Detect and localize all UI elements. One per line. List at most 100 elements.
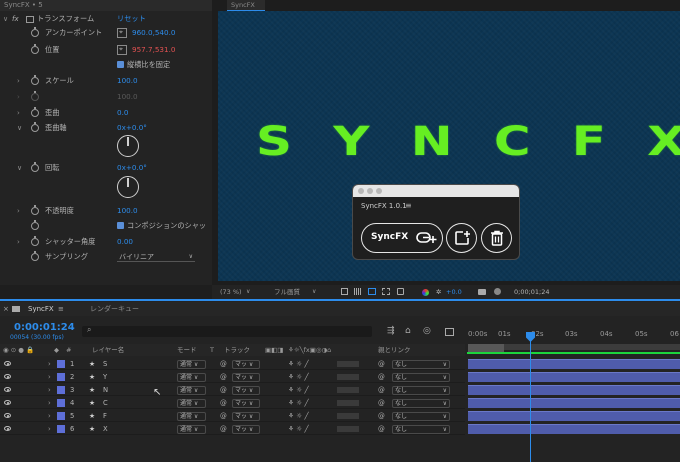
switch-boxes[interactable] [337, 374, 359, 380]
layer-switches[interactable]: ⚘ ☼ ╱ [288, 371, 309, 383]
chevron-right-icon[interactable]: › [48, 371, 51, 383]
chevron-right-icon[interactable]: › [17, 106, 20, 120]
matte-icon[interactable]: @ [220, 384, 227, 396]
parent-link-header[interactable]: 親とリンク [378, 344, 411, 356]
composition-tab[interactable]: SyncFX [227, 0, 265, 11]
tab-syncfx[interactable]: SyncFX [28, 302, 54, 316]
switch-boxes[interactable] [337, 426, 359, 432]
zoom-dropdown[interactable]: (73 %) [220, 285, 242, 299]
stopwatch-icon[interactable] [31, 162, 39, 172]
reset-link[interactable]: リセット [117, 12, 146, 26]
viewer-timecode[interactable]: 0;00;01;24 [514, 285, 550, 299]
skew-axis-value[interactable]: 0x+0.0° [117, 121, 147, 135]
stopwatch-icon[interactable] [31, 251, 39, 261]
eye-icon[interactable] [4, 400, 11, 405]
crosshair-icon[interactable] [117, 25, 127, 39]
label-color-swatch[interactable] [57, 386, 65, 394]
layer-name-header[interactable]: レイヤー名 [92, 344, 124, 356]
graph-editor-icon[interactable] [445, 328, 454, 336]
layer-switches[interactable]: ⚘ ☼ ╱ [288, 397, 309, 409]
track-matte-dropdown[interactable]: マッ ∨ [232, 424, 260, 434]
pickwhip-icon[interactable]: @ [378, 410, 385, 422]
show-snapshot-icon[interactable] [494, 288, 501, 295]
motion-blur-icon[interactable]: ◎ [423, 326, 431, 336]
layer-switches[interactable]: ⚘ ☼ ╱ [288, 410, 309, 422]
mode-header[interactable]: モード [177, 344, 197, 356]
pickwhip-icon[interactable]: @ [378, 384, 385, 396]
label-color-swatch[interactable] [57, 412, 65, 420]
anchor-point-value[interactable]: 960.0,540.0 [132, 26, 175, 40]
resolution-dropdown[interactable]: フル画質 [274, 285, 300, 299]
layer-name[interactable]: N [103, 384, 108, 396]
stopwatch-icon[interactable] [31, 107, 39, 117]
switch-boxes[interactable] [337, 400, 359, 406]
layer-row[interactable]: › 3 ★ N 通常 ∨ @ マッ ∨ ⚘ ☼ ╱ @ なし ∨ [0, 384, 465, 396]
close-icon[interactable]: × [3, 302, 9, 316]
stopwatch-icon[interactable] [31, 122, 39, 132]
menu-icon[interactable]: ≡ [405, 201, 412, 210]
close-icon[interactable] [358, 188, 364, 194]
stopwatch-icon[interactable] [31, 75, 39, 85]
parent-dropdown[interactable]: なし ∨ [392, 359, 450, 369]
matte-icon[interactable]: @ [220, 423, 227, 435]
layer-switches[interactable]: ⚘ ☼ ╱ [288, 423, 309, 435]
stopwatch-icon[interactable] [31, 27, 39, 37]
maximize-icon[interactable] [376, 188, 382, 194]
layer-duration-bar[interactable] [468, 372, 680, 382]
switch-boxes[interactable] [337, 413, 359, 419]
eye-icon[interactable] [4, 361, 11, 366]
current-time[interactable]: 0:00:01:24 [14, 322, 75, 333]
stopwatch-icon[interactable] [31, 44, 39, 54]
opacity-value[interactable]: 100.0 [117, 204, 138, 218]
chevron-right-icon[interactable]: › [48, 423, 51, 435]
scale-value[interactable]: 100.0 [117, 74, 138, 88]
channel-icon[interactable] [397, 288, 404, 295]
pickwhip-icon[interactable]: @ [378, 371, 385, 383]
layer-row[interactable]: › 5 ★ F 通常 ∨ @ マッ ∨ ⚘ ☼ ╱ @ なし ∨ [0, 410, 465, 422]
eye-icon[interactable] [4, 413, 11, 418]
blend-mode-dropdown[interactable]: 通常 ∨ [177, 359, 206, 369]
chevron-right-icon[interactable]: › [48, 384, 51, 396]
blend-mode-dropdown[interactable]: 通常 ∨ [177, 385, 206, 395]
layer-row[interactable]: › 6 ★ X 通常 ∨ @ マッ ∨ ⚘ ☼ ╱ @ なし ∨ [0, 423, 465, 435]
chevron-right-icon[interactable]: › [48, 358, 51, 370]
layer-name[interactable]: C [103, 397, 108, 409]
delete-button[interactable] [481, 223, 512, 253]
comp-shutter-checkbox[interactable] [117, 222, 124, 229]
label-color-swatch[interactable] [57, 360, 65, 368]
track-matte-dropdown[interactable]: マッ ∨ [232, 372, 260, 382]
syncfx-button[interactable]: SyncFX [361, 223, 443, 253]
matte-icon[interactable]: @ [220, 397, 227, 409]
plugin-titlebar[interactable] [353, 185, 519, 197]
shy-layers-icon[interactable]: ⌂ [405, 326, 411, 336]
switch-boxes[interactable] [337, 387, 359, 393]
minimize-icon[interactable] [367, 188, 373, 194]
parent-dropdown[interactable]: なし ∨ [392, 398, 450, 408]
layer-name[interactable]: F [103, 410, 107, 422]
effect-controls-tab[interactable]: SyncFX • 5 [0, 0, 212, 11]
pickwhip-icon[interactable]: @ [378, 358, 385, 370]
menu-icon[interactable]: ≡ [58, 302, 64, 316]
grid-guides-icon[interactable] [382, 288, 390, 295]
chevron-down-icon[interactable]: ∨ [3, 12, 8, 26]
mask-visibility-icon[interactable] [368, 288, 376, 295]
chevron-down-icon[interactable]: ∨ [246, 285, 250, 299]
chevron-right-icon[interactable]: › [17, 74, 20, 88]
transform-section-row[interactable]: ∨ fx トランスフォーム リセット [0, 12, 212, 26]
chevron-down-icon[interactable]: ∨ [17, 121, 22, 135]
color-management-icon[interactable] [422, 289, 429, 296]
layer-name[interactable]: S [103, 358, 107, 370]
exposure-value[interactable]: +0.0 [446, 285, 462, 299]
eye-icon[interactable] [4, 374, 11, 379]
layer-switches[interactable]: ⚘ ☼ ╱ [288, 358, 309, 370]
layer-duration-bar[interactable] [468, 359, 680, 369]
pickwhip-icon[interactable]: @ [378, 423, 385, 435]
crosshair-icon[interactable] [117, 42, 127, 56]
constrain-checkbox[interactable] [117, 61, 124, 68]
layer-row[interactable]: › 2 ★ Y 通常 ∨ @ マッ ∨ ⚘ ☼ ╱ @ なし ∨ [0, 371, 465, 383]
layer-duration-bar[interactable] [468, 385, 680, 395]
pickwhip-icon[interactable]: @ [378, 397, 385, 409]
snapshot-icon[interactable] [478, 289, 486, 295]
parent-dropdown[interactable]: なし ∨ [392, 385, 450, 395]
parent-dropdown[interactable]: なし ∨ [392, 411, 450, 421]
